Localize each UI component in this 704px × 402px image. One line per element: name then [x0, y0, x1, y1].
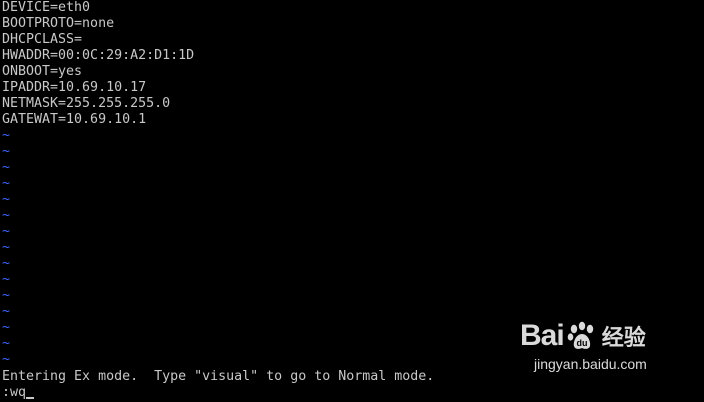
status-message: Entering Ex mode. Type "visual" to go to…: [2, 369, 435, 384]
empty-line-marker: ~: [2, 272, 11, 287]
config-line-gateway: GATEWAT=10.69.10.1: [2, 112, 147, 127]
empty-line-marker: ~: [2, 304, 11, 319]
config-line-bootproto: BOOTPROTO=none: [2, 16, 115, 31]
config-line-ipaddr: IPADDR=10.69.10.17: [2, 80, 147, 95]
config-line-netmask: NETMASK=255.255.255.0: [2, 96, 171, 111]
watermark-brand: Bai du 经验: [520, 316, 646, 356]
watermark-url: jingyan.baidu.com: [534, 356, 647, 372]
svg-text:du: du: [576, 338, 587, 348]
empty-line-marker: ~: [2, 160, 11, 175]
empty-line-marker: ~: [2, 144, 11, 159]
empty-line-marker: ~: [2, 320, 11, 335]
empty-line-marker: ~: [2, 240, 11, 255]
baidu-paw-icon: du: [567, 321, 593, 349]
empty-line-marker: ~: [2, 208, 11, 223]
watermark-brand-suffix: 经验: [601, 325, 646, 350]
empty-line-marker: ~: [2, 336, 11, 351]
config-line-onboot: ONBOOT=yes: [2, 64, 83, 79]
terminal-screen[interactable]: DEVICE=eth0 BOOTPROTO=none DHCPCLASS= HW…: [0, 0, 704, 402]
empty-line-marker: ~: [2, 256, 11, 271]
command-line[interactable]: :wq: [2, 385, 35, 401]
empty-line-marker: ~: [2, 176, 11, 191]
text-cursor: [26, 397, 35, 399]
watermark-brand-left: Bai: [520, 319, 565, 352]
empty-line-marker: ~: [2, 352, 11, 367]
command-text: :wq: [2, 385, 27, 400]
empty-line-marker: ~: [2, 128, 11, 143]
config-line-hwaddr: HWADDR=00:0C:29:A2:D1:1D: [2, 48, 195, 63]
empty-line-marker: ~: [2, 192, 11, 207]
config-line-dhcpclass: DHCPCLASS=: [2, 32, 83, 47]
empty-line-marker: ~: [2, 288, 11, 303]
config-line-device: DEVICE=eth0: [2, 0, 91, 15]
empty-line-marker: ~: [2, 224, 11, 239]
baidu-jingyan-watermark: Bai du 经验 jingyan.baidu.com: [520, 316, 690, 378]
